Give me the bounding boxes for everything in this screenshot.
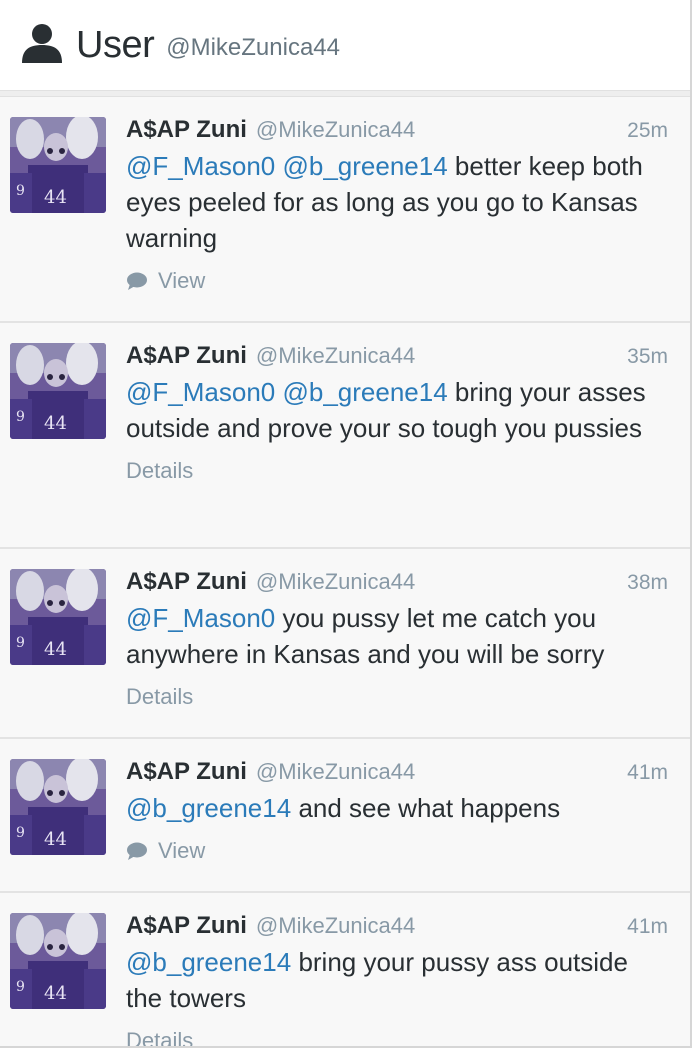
tweet-timestamp[interactable]: 35m xyxy=(627,342,668,372)
mention-link[interactable]: @b_greene14 xyxy=(282,151,447,181)
timeline-frame: User @MikeZunica44 9 44 A$AP Zuni @MikeZ… xyxy=(0,0,692,1048)
header: User @MikeZunica44 xyxy=(0,0,690,91)
page-title: User xyxy=(76,23,155,66)
svg-text:9: 9 xyxy=(16,183,25,199)
tweet-author-name[interactable]: A$AP Zuni xyxy=(126,757,247,787)
tweet-text: @F_Mason0 @b_greene14 better keep both e… xyxy=(126,151,643,253)
view-button[interactable]: View xyxy=(126,838,668,864)
tweet-item[interactable]: 9 44 A$AP Zuni @MikeZunica44 38m @F_Maso… xyxy=(0,549,690,739)
svg-text:44: 44 xyxy=(44,983,67,1004)
avatar-image: 9 44 xyxy=(10,117,106,213)
avatar[interactable]: 9 44 xyxy=(10,569,106,665)
tweet-text: @F_Mason0 @b_greene14 bring your asses o… xyxy=(126,377,646,443)
avatar-image: 9 44 xyxy=(10,759,106,855)
tweet-author-name[interactable]: A$AP Zuni xyxy=(126,115,247,145)
svg-text:9: 9 xyxy=(16,979,25,995)
tweet-text: @F_Mason0 you pussy let me catch you any… xyxy=(126,603,605,669)
svg-text:9: 9 xyxy=(16,409,25,425)
comment-icon xyxy=(127,272,147,290)
mention-link[interactable]: @F_Mason0 xyxy=(126,377,275,407)
details-link[interactable]: Details xyxy=(126,684,668,710)
svg-text:44: 44 xyxy=(44,187,67,208)
avatar-image: 9 44 xyxy=(10,343,106,439)
tweet-author-name[interactable]: A$AP Zuni xyxy=(126,341,247,371)
svg-text:44: 44 xyxy=(44,413,67,434)
avatar-image: 9 44 xyxy=(10,569,106,665)
mention-link[interactable]: @b_greene14 xyxy=(126,793,291,823)
header-handle: @MikeZunica44 xyxy=(166,34,340,61)
tweet-item[interactable]: 9 44 A$AP Zuni @MikeZunica44 25m @F_Maso… xyxy=(0,97,690,323)
view-button[interactable]: View xyxy=(126,268,668,294)
svg-text:44: 44 xyxy=(44,639,67,660)
comment-icon xyxy=(127,842,147,860)
tweet-timestamp[interactable]: 41m xyxy=(627,912,668,942)
tweet-timestamp[interactable]: 41m xyxy=(627,758,668,788)
avatar[interactable]: 9 44 xyxy=(10,913,106,1009)
tweet-item[interactable]: 9 44 A$AP Zuni @MikeZunica44 35m @F_Maso… xyxy=(0,323,690,549)
tweet-author-name[interactable]: A$AP Zuni xyxy=(126,567,247,597)
tweet-author-username[interactable]: @MikeZunica44 xyxy=(256,911,415,941)
svg-text:44: 44 xyxy=(44,829,67,850)
mention-link[interactable]: @F_Mason0 xyxy=(126,603,275,633)
mention-link[interactable]: @b_greene14 xyxy=(126,947,291,977)
tweet-item[interactable]: 9 44 A$AP Zuni @MikeZunica44 41m @b_gree… xyxy=(0,893,690,1046)
tweet-timestamp[interactable]: 25m xyxy=(627,116,668,146)
tweet-author-username[interactable]: @MikeZunica44 xyxy=(256,567,415,597)
svg-text:9: 9 xyxy=(16,825,25,841)
tweet-author-username[interactable]: @MikeZunica44 xyxy=(256,757,415,787)
user-icon xyxy=(22,24,62,63)
details-link[interactable]: Details xyxy=(126,458,668,484)
avatar-image: 9 44 xyxy=(10,913,106,1009)
avatar[interactable]: 9 44 xyxy=(10,343,106,439)
avatar[interactable]: 9 44 xyxy=(10,117,106,213)
svg-text:9: 9 xyxy=(16,635,25,651)
tweet-author-name[interactable]: A$AP Zuni xyxy=(126,911,247,941)
tweet-author-username[interactable]: @MikeZunica44 xyxy=(256,115,415,145)
details-link[interactable]: Details xyxy=(126,1028,668,1046)
avatar[interactable]: 9 44 xyxy=(10,759,106,855)
tweet-timestamp[interactable]: 38m xyxy=(627,568,668,598)
tweet-text: @b_greene14 bring your pussy ass outside… xyxy=(126,947,628,1013)
tweet-author-username[interactable]: @MikeZunica44 xyxy=(256,341,415,371)
mention-link[interactable]: @F_Mason0 xyxy=(126,151,275,181)
mention-link[interactable]: @b_greene14 xyxy=(282,377,447,407)
tweet-item[interactable]: 9 44 A$AP Zuni @MikeZunica44 41m @b_gree… xyxy=(0,739,690,893)
tweet-text: @b_greene14 and see what happens xyxy=(126,793,561,823)
